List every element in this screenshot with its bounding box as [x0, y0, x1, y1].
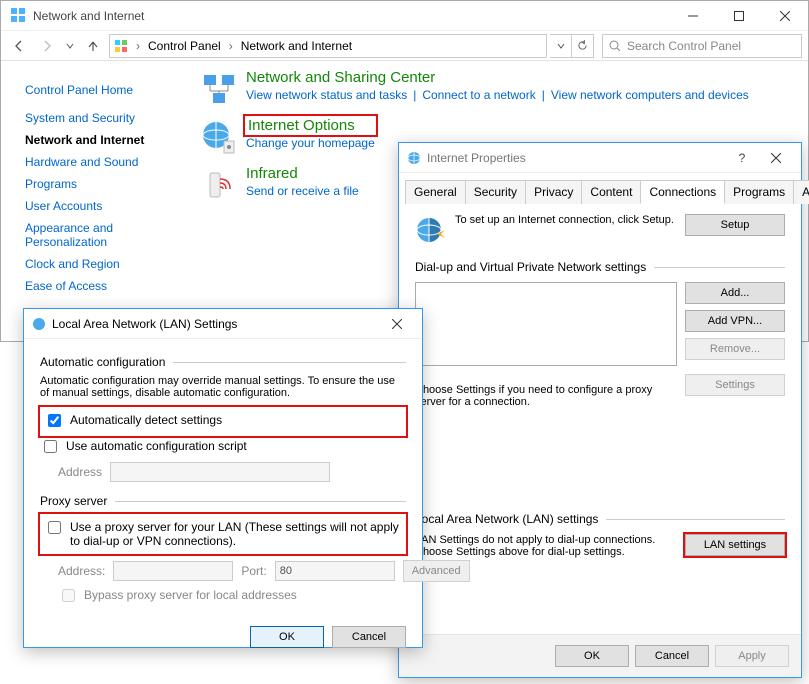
content-icon-1: [198, 117, 240, 159]
choose-settings-text: Choose Settings if you need to configure…: [415, 384, 677, 408]
ip-close-button[interactable]: [759, 146, 793, 170]
breadcrumb[interactable]: › Control Panel › Network and Internet: [109, 34, 547, 58]
lan-settings-button[interactable]: LAN settings: [685, 534, 785, 556]
ip-tab-general[interactable]: General: [405, 180, 466, 204]
ip-title: Internet Properties: [427, 151, 526, 165]
content-title-1[interactable]: Internet Options: [246, 117, 375, 134]
auto-text: Automatic configuration may override man…: [40, 375, 406, 399]
ip-titlebar: Internet Properties ?: [399, 143, 801, 173]
lan-note: LAN Settings do not apply to dial-up con…: [415, 534, 677, 558]
ip-tab-content[interactable]: Content: [581, 180, 641, 204]
ip-tab-privacy[interactable]: Privacy: [525, 180, 582, 204]
content-link-0-0[interactable]: View network status and tasks: [246, 88, 407, 102]
path-dropdown[interactable]: [550, 34, 572, 58]
maximize-button[interactable]: [716, 1, 762, 31]
content-link-2-0[interactable]: Send or receive a file: [246, 184, 359, 198]
lan-icon: [32, 317, 46, 331]
dialup-group-label: Dial-up and Virtual Private Network sett…: [415, 260, 646, 274]
content-icon-0: [198, 69, 240, 111]
sidebar-item-3[interactable]: Programs: [25, 173, 182, 195]
proxy-address-label: Address:: [58, 564, 105, 578]
sidebar-item-1[interactable]: Network and Internet: [25, 129, 182, 151]
dialup-list[interactable]: [415, 282, 677, 366]
ip-cancel-button[interactable]: Cancel: [635, 645, 709, 667]
auto-group-label: Automatic configuration: [40, 355, 165, 369]
proxy-port-input: [275, 561, 395, 581]
bypass-checkbox: Bypass proxy server for local addresses: [58, 588, 406, 605]
add-button[interactable]: Add...: [685, 282, 785, 304]
sidebar-item-5[interactable]: Appearance and Personalization: [25, 217, 182, 253]
content-title-2[interactable]: Infrared: [246, 165, 359, 182]
auto-script-checkbox[interactable]: Use automatic configuration script: [40, 439, 406, 456]
back-button[interactable]: [7, 34, 31, 58]
breadcrumb-icon: [114, 39, 128, 53]
setup-text: To set up an Internet connection, click …: [455, 214, 677, 226]
search-input[interactable]: Search Control Panel: [602, 34, 802, 58]
minimize-button[interactable]: [670, 1, 716, 31]
lan-ok-button[interactable]: OK: [250, 626, 324, 648]
content-row-0: Network and Sharing Center View network s…: [198, 69, 796, 111]
lan-close-button[interactable]: [380, 312, 414, 336]
use-proxy-checkbox[interactable]: Use a proxy server for your LAN (These s…: [44, 520, 402, 548]
globe-icon: [415, 214, 447, 246]
crumb-1[interactable]: Network and Internet: [241, 39, 352, 53]
lan-title: Local Area Network (LAN) Settings: [52, 317, 237, 331]
close-button[interactable]: [762, 1, 808, 31]
address-bar: › Control Panel › Network and Internet S…: [1, 31, 808, 61]
advanced-button: Advanced: [403, 560, 470, 582]
window-title: Network and Internet: [33, 9, 144, 23]
ip-tab-advanced[interactable]: Advanced: [793, 180, 809, 204]
sidebar-home[interactable]: Control Panel Home: [25, 79, 182, 101]
internet-properties-dialog: Internet Properties ? GeneralSecurityPri…: [398, 142, 802, 678]
sidebar-categories: System and SecurityNetwork and InternetH…: [25, 101, 182, 297]
ip-tab-programs[interactable]: Programs: [724, 180, 794, 204]
settings-button: Settings: [685, 374, 785, 396]
proxy-address-input: [113, 561, 233, 581]
add-vpn-button[interactable]: Add VPN...: [685, 310, 785, 332]
ip-tabs: GeneralSecurityPrivacyContentConnections…: [405, 179, 795, 204]
ip-tab-security[interactable]: Security: [465, 180, 526, 204]
lan-settings-dialog: Local Area Network (LAN) Settings Automa…: [23, 308, 423, 648]
ip-tab-connections[interactable]: Connections: [640, 180, 725, 204]
content-link-0-1[interactable]: Connect to a network: [422, 88, 535, 102]
search-placeholder: Search Control Panel: [627, 39, 741, 53]
lan-titlebar: Local Area Network (LAN) Settings: [24, 309, 422, 339]
ip-footer: OK Cancel Apply: [399, 634, 801, 677]
ip-ok-button[interactable]: OK: [555, 645, 629, 667]
titlebar: Network and Internet: [1, 1, 808, 31]
window-icon: [9, 7, 27, 25]
sidebar-item-6[interactable]: Clock and Region: [25, 253, 182, 275]
sidebar-item-4[interactable]: User Accounts: [25, 195, 182, 217]
address-label: Address: [58, 465, 102, 479]
content-link-0-2[interactable]: View network computers and devices: [551, 88, 749, 102]
lan-group-label: Local Area Network (LAN) settings: [415, 512, 598, 526]
proxy-port-label: Port:: [241, 564, 266, 578]
up-button[interactable]: [81, 34, 105, 58]
ip-help-button[interactable]: ?: [725, 146, 759, 170]
lan-cancel-button[interactable]: Cancel: [332, 626, 406, 648]
sidebar-item-0[interactable]: System and Security: [25, 107, 182, 129]
content-title-0[interactable]: Network and Sharing Center: [246, 69, 749, 86]
sidebar-item-2[interactable]: Hardware and Sound: [25, 151, 182, 173]
ip-apply-button: Apply: [715, 645, 789, 667]
refresh-button[interactable]: [572, 34, 594, 58]
ip-icon: [407, 151, 421, 165]
recent-dropdown[interactable]: [63, 34, 77, 58]
remove-button: Remove...: [685, 338, 785, 360]
auto-detect-checkbox[interactable]: Automatically detect settings: [44, 413, 402, 430]
setup-button[interactable]: Setup: [685, 214, 785, 236]
sidebar-item-7[interactable]: Ease of Access: [25, 275, 182, 297]
sidebar: Control Panel Home System and SecurityNe…: [1, 61, 186, 341]
content-link-1-0[interactable]: Change your homepage: [246, 136, 375, 150]
content-icon-2: [198, 165, 240, 207]
proxy-group-label: Proxy server: [40, 494, 107, 508]
forward-button[interactable]: [35, 34, 59, 58]
crumb-0[interactable]: Control Panel: [148, 39, 221, 53]
auto-address-input: [110, 462, 330, 482]
